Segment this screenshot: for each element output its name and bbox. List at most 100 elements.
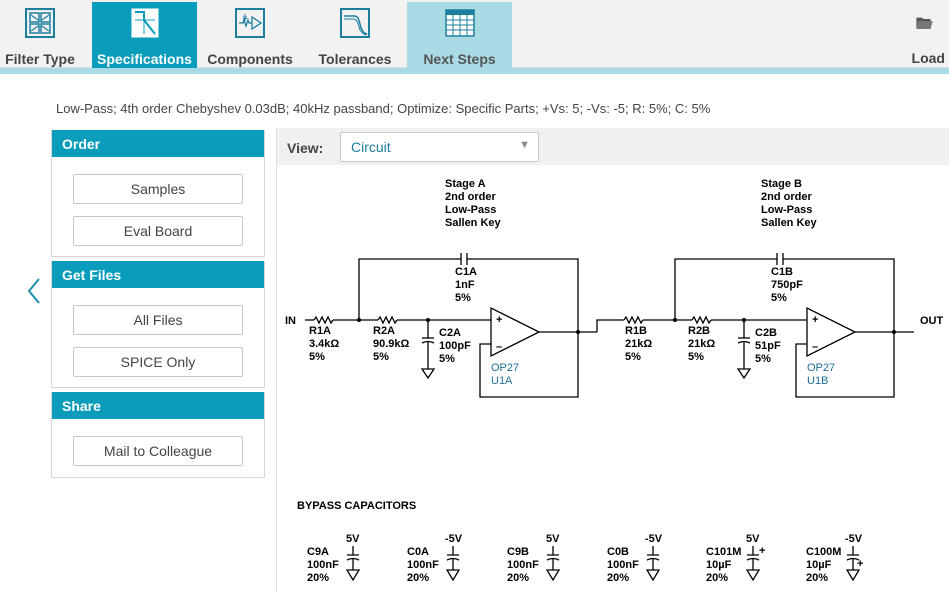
- r2b-tol: 5%: [688, 351, 704, 363]
- bypass-cap-c9a: 5V C9A 100nF 20%: [307, 533, 361, 584]
- bypass-rail: 5V: [546, 533, 560, 545]
- bypass-value: 10µF: [806, 559, 832, 571]
- bypass-tol: 20%: [806, 572, 828, 584]
- u1a-ref: U1A: [491, 375, 513, 387]
- c1b-tol: 5%: [771, 292, 787, 304]
- stage-a-line3: Low-Pass: [445, 204, 496, 216]
- bypass-cap-c101m: 5V + C101M 10µF 20%: [706, 533, 765, 584]
- bypass-tol: 20%: [706, 572, 728, 584]
- c2a-tol: 5%: [439, 353, 455, 365]
- bypass-cap-c9b: 5V C9B 100nF 20%: [507, 533, 561, 584]
- c1a-name: C1A: [455, 266, 477, 278]
- circuit-schematic: Stage A 2nd order Low-Pass Sallen Key St…: [285, 178, 944, 584]
- tab-specifications[interactable]: Specifications: [92, 2, 197, 68]
- bypass-tol: 20%: [407, 572, 429, 584]
- mail-to-colleague-button[interactable]: Mail to Colleague: [73, 436, 243, 466]
- tab-components[interactable]: Components: [200, 2, 300, 68]
- components-icon: [235, 8, 265, 38]
- bypass-polarity: +: [759, 545, 765, 557]
- tab-tolerances[interactable]: Tolerances: [305, 2, 405, 68]
- bypass-tol: 20%: [607, 572, 629, 584]
- stage-a-line1: Stage A: [445, 178, 486, 190]
- bypass-tol: 20%: [507, 572, 529, 584]
- c1a-value: 1nF: [455, 279, 475, 291]
- order-header: Order: [52, 130, 264, 157]
- specifications-icon: [131, 8, 158, 38]
- load-button[interactable]: Load: [895, 2, 949, 68]
- bypass-name: C9B: [507, 546, 529, 558]
- r2a-name: R2A: [373, 325, 395, 337]
- r1b-tol: 5%: [625, 351, 641, 363]
- in-label: IN: [285, 315, 296, 327]
- bypass-cap-c0b: -5V C0B 100nF 20%: [607, 533, 663, 584]
- r2a-tol: 5%: [373, 351, 389, 363]
- stage-a-line2: 2nd order: [445, 191, 496, 203]
- bypass-tol: 20%: [307, 572, 329, 584]
- main-view: View: Circuit ▼ Stage A 2nd order Low-Pa…: [276, 128, 949, 592]
- c2b-name: C2B: [755, 327, 777, 339]
- bypass-name: C0A: [407, 546, 429, 558]
- bypass-cap-c100m: -5V + C100M 10µF 20%: [806, 533, 863, 584]
- all-files-button[interactable]: All Files: [73, 305, 243, 335]
- bypass-name: C100M: [806, 546, 841, 558]
- u1a-minus: –: [496, 341, 502, 353]
- spice-only-button[interactable]: SPICE Only: [73, 347, 243, 377]
- folder-icon: [916, 17, 933, 29]
- bypass-name: C0B: [607, 546, 629, 558]
- share-panel: Share Mail to Colleague: [51, 392, 265, 478]
- tab-next-steps[interactable]: Next Steps: [407, 2, 512, 68]
- r2b-value: 21kΩ: [688, 338, 715, 350]
- bypass-rail: 5V: [746, 533, 760, 545]
- order-panel: Order Samples Eval Board: [51, 130, 265, 257]
- tab-filter-type-label: Filter Type: [5, 51, 75, 67]
- r1b-value: 21kΩ: [625, 338, 652, 350]
- c2a-value: 100pF: [439, 340, 471, 352]
- bypass-rail: 5V: [346, 533, 360, 545]
- u1b-plus: +: [812, 314, 818, 326]
- stage-b-line1: Stage B: [761, 178, 802, 190]
- c2a-name: C2A: [439, 327, 461, 339]
- r1b-name: R1B: [625, 325, 647, 337]
- chevron-left-icon[interactable]: [24, 276, 44, 306]
- r1a-tol: 5%: [309, 351, 325, 363]
- r1a-value: 3.4kΩ: [309, 338, 339, 350]
- u1b-ref: U1B: [807, 375, 828, 387]
- eval-board-button[interactable]: Eval Board: [73, 216, 243, 246]
- get-files-panel: Get Files All Files SPICE Only: [51, 261, 265, 388]
- bypass-value: 100nF: [407, 559, 439, 571]
- tab-filter-type[interactable]: Filter Type: [0, 2, 80, 68]
- bypass-rail: -5V: [845, 533, 863, 545]
- bypass-value: 100nF: [307, 559, 339, 571]
- stage-b-line3: Low-Pass: [761, 204, 812, 216]
- c1b-name: C1B: [771, 266, 793, 278]
- bypass-rail: -5V: [445, 533, 463, 545]
- stage-b-line2: 2nd order: [761, 191, 812, 203]
- u1b-minus: –: [812, 341, 818, 353]
- tab-tolerances-label: Tolerances: [318, 51, 392, 67]
- bypass-name: C9A: [307, 546, 329, 558]
- bypass-cap-c0a: -5V C0A 100nF 20%: [407, 533, 463, 584]
- c2b-value: 51pF: [755, 340, 781, 352]
- bypass-rail: -5V: [645, 533, 663, 545]
- tab-components-label: Components: [207, 51, 293, 67]
- u1b-part: OP27: [807, 362, 835, 374]
- r2b-name: R2B: [688, 325, 710, 337]
- calendar-grid-icon: [444, 9, 475, 37]
- tab-specifications-label: Specifications: [97, 51, 192, 67]
- bypass-name: C101M: [706, 546, 741, 558]
- filter-type-icon: [25, 8, 55, 38]
- design-summary: Low-Pass; 4th order Chebyshev 0.03dB; 40…: [56, 101, 711, 116]
- tab-next-steps-label: Next Steps: [423, 51, 496, 67]
- bypass-value: 10µF: [706, 559, 732, 571]
- bypass-title: BYPASS CAPACITORS: [297, 500, 416, 512]
- get-files-header: Get Files: [52, 261, 264, 288]
- load-label: Load: [911, 50, 945, 66]
- bypass-value: 100nF: [507, 559, 539, 571]
- samples-button[interactable]: Samples: [73, 174, 243, 204]
- top-nav: Filter Type Specifications Components To…: [0, 0, 949, 74]
- tolerances-icon: [340, 8, 370, 38]
- c1a-tol: 5%: [455, 292, 471, 304]
- c2b-tol: 5%: [755, 353, 771, 365]
- nav-stripe: [0, 68, 949, 74]
- bypass-value: 100nF: [607, 559, 639, 571]
